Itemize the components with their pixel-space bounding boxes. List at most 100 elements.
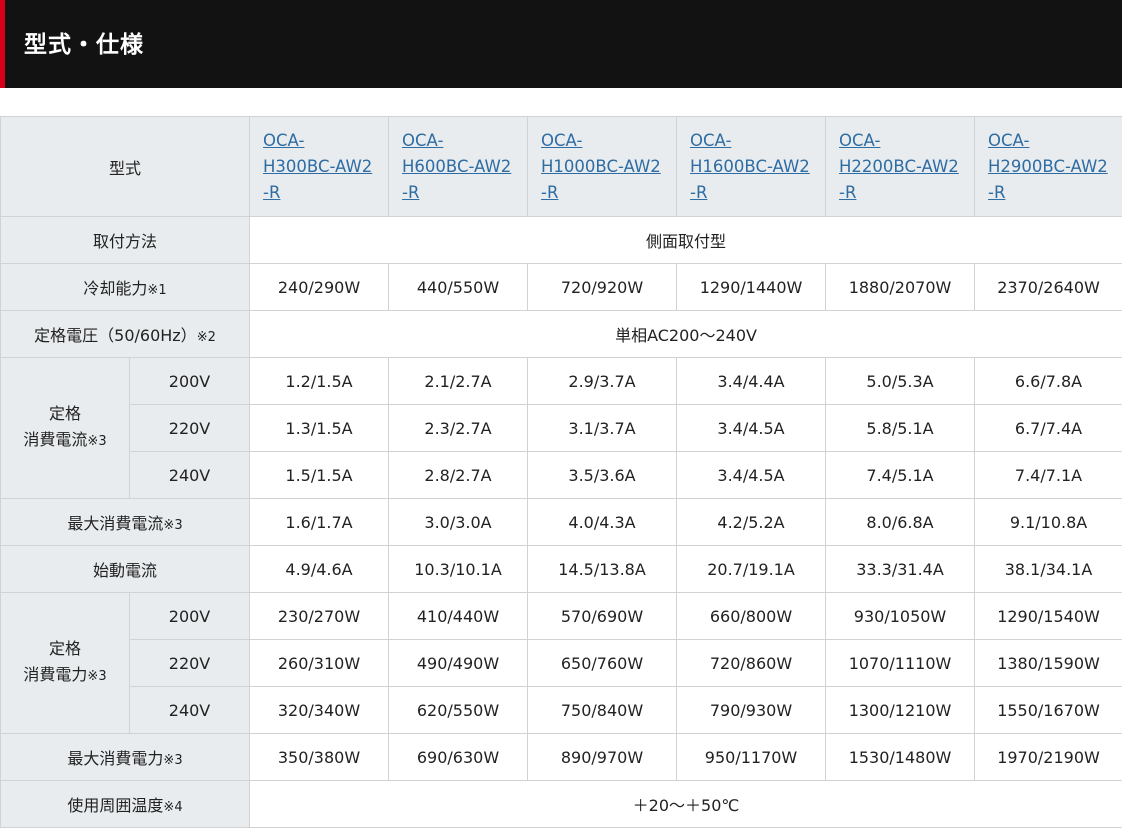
voltage-sublabel: 220V [130,405,250,452]
row-rated-current: 定格消費電流※3200V1.2/1.5A2.1/2.7A2.9/3.7A3.4/… [1,358,1122,405]
rated-current-cell: 2.8/2.7A [389,452,528,499]
start-current-cell: 20.7/19.1A [677,546,826,593]
model-link[interactable]: OCA-H2200BC-AW2-R [839,128,974,206]
rated-current-cell: 1.2/1.5A [250,358,389,405]
rated-power-cell: 620/550W [389,687,528,734]
cooling-cell: 440/550W [389,264,528,311]
rated-current-cell: 3.5/3.6A [528,452,677,499]
max-power-cell: 350/380W [250,734,389,781]
max-current-cell: 3.0/3.0A [389,499,528,546]
rated-current-label-line1: 定格 [49,404,81,423]
rated-power-label-line2: 消費電力 [23,665,87,684]
row-rated-power: 240V320/340W620/550W750/840W790/930W1300… [1,687,1122,734]
max-power-cell: 890/970W [528,734,677,781]
model-link[interactable]: OCA-H2900BC-AW2-R [988,128,1122,206]
model-link-part: OCA- [988,131,1029,150]
voltage-value: 単相AC200～240V [250,311,1122,358]
mounting-label-text: 取付方法 [93,232,157,251]
model-link-part: OCA- [690,131,731,150]
rated-current-cell: 2.9/3.7A [528,358,677,405]
max-power-cell: 690/630W [389,734,528,781]
rated-power-label: 定格消費電力※3 [1,593,130,734]
mounting-value: 側面取付型 [250,217,1122,264]
cooling-cell: 240/290W [250,264,389,311]
row-mounting: 取付方法 側面取付型 [1,217,1122,264]
model-cell: OCA-H2200BC-AW2-R [826,117,975,217]
mounting-label: 取付方法 [1,217,250,264]
rated-power-cell: 720/860W [677,640,826,687]
rated-power-cell: 750/840W [528,687,677,734]
header-accent-bar [0,0,5,88]
model-link-part: OCA- [541,131,582,150]
rated-power-cell: 410/440W [389,593,528,640]
max-current-cell: 4.2/5.2A [677,499,826,546]
voltage-label: 定格電圧（50/60Hz）※2 [1,311,250,358]
model-link[interactable]: OCA-H1000BC-AW2-R [541,128,676,206]
row-ambient: 使用周囲温度※4＋20～＋50℃ [1,781,1122,828]
rated-current-cell: 5.8/5.1A [826,405,975,452]
model-header: 型式 [1,117,250,217]
model-cell: OCA-H1600BC-AW2-R [677,117,826,217]
model-link-part: -R [839,183,856,202]
rated-power-cell: 260/310W [250,640,389,687]
rated-power-cell: 570/690W [528,593,677,640]
start-current-label: 始動電流 [1,546,250,593]
model-link-part: H300BC-AW2 [263,157,372,176]
model-link[interactable]: OCA-H300BC-AW2-R [263,128,388,206]
row-max-power: 最大消費電力※3350/380W690/630W890/970W950/1170… [1,734,1122,781]
rated-current-cell: 3.4/4.4A [677,358,826,405]
cooling-cell: 2370/2640W [975,264,1122,311]
max-current-cell: 1.6/1.7A [250,499,389,546]
voltage-sublabel: 240V [130,687,250,734]
start-current-cell: 14.5/13.8A [528,546,677,593]
voltage-sublabel: 240V [130,452,250,499]
ambient-label: 使用周囲温度※4 [1,781,250,828]
max-current-cell: 8.0/6.8A [826,499,975,546]
model-link-part: OCA- [402,131,443,150]
rated-power-cell: 1550/1670W [975,687,1122,734]
rated-power-cell: 930/1050W [826,593,975,640]
model-link-part: H1600BC-AW2 [690,157,810,176]
rated-power-cell: 1070/1110W [826,640,975,687]
rated-current-cell: 2.1/2.7A [389,358,528,405]
max-power-cell: 1970/2190W [975,734,1122,781]
row-start-current: 始動電流4.9/4.6A10.3/10.1A14.5/13.8A20.7/19.… [1,546,1122,593]
rated-current-cell: 1.3/1.5A [250,405,389,452]
rated-current-cell: 1.5/1.5A [250,452,389,499]
ambient-label-text: 使用周囲温度 [67,796,163,815]
model-link-part: -R [263,183,280,202]
model-link[interactable]: OCA-H1600BC-AW2-R [690,128,825,206]
rated-power-cell: 650/760W [528,640,677,687]
model-link-part: H600BC-AW2 [402,157,511,176]
voltage-sublabel: 200V [130,358,250,405]
model-link-part: -R [402,183,419,202]
cooling-cell: 1880/2070W [826,264,975,311]
row-model: 型式OCA-H300BC-AW2-ROCA-H600BC-AW2-ROCA-H1… [1,117,1122,217]
rated-power-cell: 230/270W [250,593,389,640]
rated-current-label-note: ※3 [87,434,106,449]
row-rated-power: 定格消費電力※3200V230/270W410/440W570/690W660/… [1,593,1122,640]
max-power-label: 最大消費電力※3 [1,734,250,781]
rated-current-cell: 3.4/4.5A [677,405,826,452]
cooling-cell: 1290/1440W [677,264,826,311]
row-voltage: 定格電圧（50/60Hz）※2単相AC200～240V [1,311,1122,358]
cooling-label-note: ※1 [147,283,166,298]
model-cell: OCA-H1000BC-AW2-R [528,117,677,217]
model-cell: OCA-H300BC-AW2-R [250,117,389,217]
voltage-sublabel: 220V [130,640,250,687]
ambient-value: ＋20～＋50℃ [250,781,1122,828]
page-title: 型式・仕様 [24,0,144,88]
model-link[interactable]: OCA- H600BC-AW2 -R [402,128,527,206]
rated-current-cell: 5.0/5.3A [826,358,975,405]
start-current-cell: 33.3/31.4A [826,546,975,593]
start-current-cell: 4.9/4.6A [250,546,389,593]
rated-current-cell: 6.6/7.8A [975,358,1122,405]
max-power-cell: 1530/1480W [826,734,975,781]
rated-current-cell: 3.4/4.5A [677,452,826,499]
start-current-cell: 10.3/10.1A [389,546,528,593]
rated-power-cell: 790/930W [677,687,826,734]
max-current-label-note: ※3 [163,518,182,533]
row-max-current: 最大消費電流※31.6/1.7A3.0/3.0A4.0/4.3A4.2/5.2A… [1,499,1122,546]
cooling-label-text: 冷却能力 [83,279,147,298]
rated-power-label-line1: 定格 [49,639,81,658]
